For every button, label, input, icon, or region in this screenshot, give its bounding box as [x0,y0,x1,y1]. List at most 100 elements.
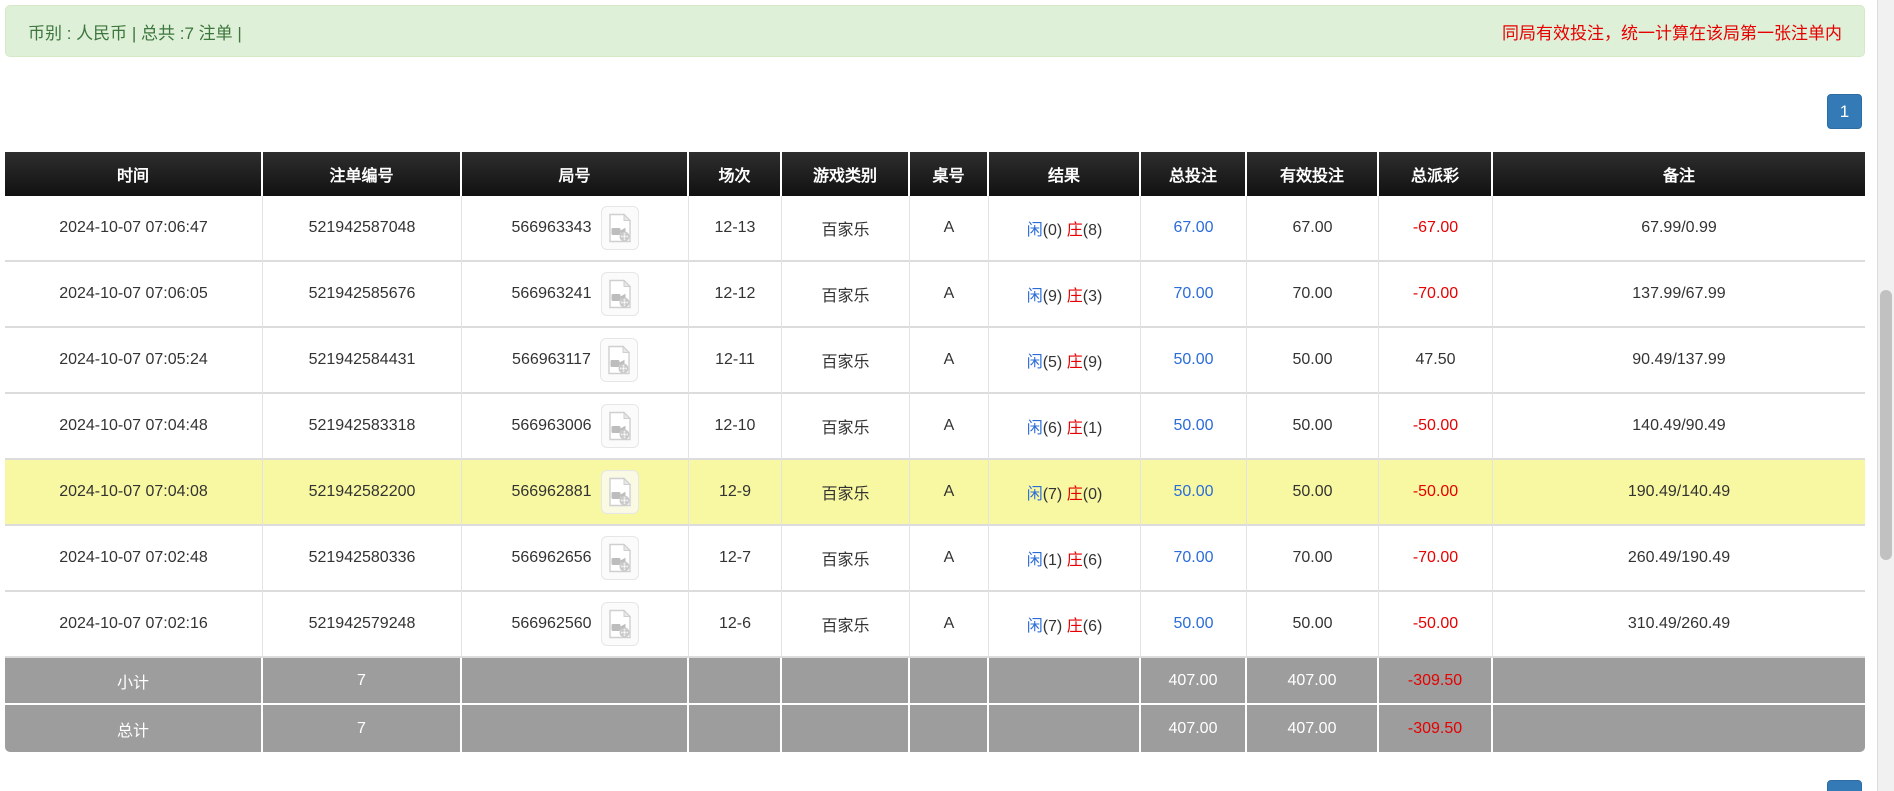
remark: 190.49/140.49 [1493,460,1865,526]
replay-video-button[interactable] [601,404,639,448]
table-row[interactable]: 2024-10-07 07:02:16 521942579248 5669625… [5,592,1865,658]
result-banker-label: 庄 [1067,288,1083,305]
result-player-score: (9) [1043,288,1063,305]
table-no: A [910,394,989,460]
result-banker-score: (1) [1083,420,1103,437]
bet-id: 521942585676 [263,262,462,328]
table-row[interactable]: 2024-10-07 07:04:08 521942582200 5669628… [5,460,1865,526]
payout: -50.00 [1379,592,1493,658]
video-document-icon [607,411,633,441]
result-player-label: 闲 [1027,288,1043,305]
payout: -70.00 [1379,262,1493,328]
replay-video-button[interactable] [600,338,638,382]
result-cell: 闲(7) 庄(6) [989,592,1141,658]
bet-time: 2024-10-07 07:02:48 [5,526,263,592]
valid-bet: 50.00 [1247,460,1379,526]
game-type: 百家乐 [782,394,910,460]
bet-id: 521942584431 [263,328,462,394]
result-cell: 闲(6) 庄(1) [989,394,1141,460]
pagination-page-1-bottom[interactable] [1827,780,1862,791]
col-header-remark: 备注 [1493,152,1865,196]
result-banker-label: 庄 [1067,420,1083,437]
table-no: A [910,526,989,592]
round-no-cell: 566962560 [462,592,689,658]
result-cell: 闲(1) 庄(6) [989,526,1141,592]
table-no: A [910,196,989,262]
replay-video-button[interactable] [601,536,639,580]
table-no: A [910,262,989,328]
result-player-label: 闲 [1027,222,1043,239]
bet-records-table: 时间 注单编号 局号 场次 游戏类别 桌号 结果 总投注 有效投注 总派彩 备注… [5,152,1865,752]
bet-time: 2024-10-07 07:02:16 [5,592,263,658]
game-type: 百家乐 [782,592,910,658]
round-no-cell: 566962656 [462,526,689,592]
valid-bet: 50.00 [1247,592,1379,658]
result-banker-score: (3) [1083,288,1103,305]
replay-video-button[interactable] [601,206,639,250]
table-no: A [910,328,989,394]
table-row[interactable]: 2024-10-07 07:06:47 521942587048 5669633… [5,196,1865,262]
result-banker-label: 庄 [1067,486,1083,503]
col-header-round-no: 局号 [462,152,689,196]
table-row[interactable]: 2024-10-07 07:02:48 521942580336 5669626… [5,526,1865,592]
result-cell: 闲(5) 庄(9) [989,328,1141,394]
total-bet: 50.00 [1141,592,1247,658]
payout: -67.00 [1379,196,1493,262]
total-total-bet: 407.00 [1141,705,1247,752]
remark: 310.49/260.49 [1493,592,1865,658]
valid-bet: 70.00 [1247,262,1379,328]
col-header-time: 时间 [5,152,263,196]
bet-time: 2024-10-07 07:06:05 [5,262,263,328]
round-no: 566962656 [511,549,591,567]
result-banker-label: 庄 [1067,552,1083,569]
video-document-icon [607,609,633,639]
valid-bet: 50.00 [1247,394,1379,460]
subtotal-label: 小计 [5,658,263,705]
replay-video-button[interactable] [601,602,639,646]
col-header-table-no: 桌号 [910,152,989,196]
video-document-icon [607,543,633,573]
table-row[interactable]: 2024-10-07 07:05:24 521942584431 5669631… [5,328,1865,394]
session: 12-7 [689,526,782,592]
total-bet: 50.00 [1141,328,1247,394]
bet-id: 521942580336 [263,526,462,592]
result-player-score: (0) [1043,222,1063,239]
payout: -50.00 [1379,394,1493,460]
round-no: 566963241 [511,285,591,303]
remark: 67.99/0.99 [1493,196,1865,262]
table-row[interactable]: 2024-10-07 07:04:48 521942583318 5669630… [5,394,1865,460]
total-bet: 70.00 [1141,262,1247,328]
round-no-cell: 566963117 [462,328,689,394]
result-player-score: (1) [1043,552,1063,569]
subtotal-payout: -309.50 [1379,658,1493,705]
result-player-label: 闲 [1027,618,1043,635]
game-type: 百家乐 [782,328,910,394]
result-banker-score: (6) [1083,618,1103,635]
remark: 260.49/190.49 [1493,526,1865,592]
video-document-icon [606,345,632,375]
payout: 47.50 [1379,328,1493,394]
remark: 137.99/67.99 [1493,262,1865,328]
result-banker-score: (8) [1083,222,1103,239]
scrollbar-thumb[interactable] [1880,290,1892,560]
table-row[interactable]: 2024-10-07 07:06:05 521942585676 5669632… [5,262,1865,328]
vertical-scrollbar[interactable] [1877,0,1894,791]
result-banker-label: 庄 [1067,618,1083,635]
bet-id: 521942579248 [263,592,462,658]
round-no: 566962881 [511,483,591,501]
total-label: 总计 [5,705,263,752]
replay-video-button[interactable] [601,272,639,316]
bet-time: 2024-10-07 07:04:48 [5,394,263,460]
total-count: 7 [263,705,462,752]
bet-id: 521942583318 [263,394,462,460]
table-header-row: 时间 注单编号 局号 场次 游戏类别 桌号 结果 总投注 有效投注 总派彩 备注 [5,152,1865,196]
result-player-label: 闲 [1027,420,1043,437]
bet-id: 521942582200 [263,460,462,526]
video-document-icon [607,477,633,507]
subtotal-valid-bet: 407.00 [1247,658,1379,705]
pagination-page-1[interactable]: 1 [1827,94,1862,129]
replay-video-button[interactable] [601,470,639,514]
subtotal-row: 小计 7 407.00 407.00 -309.50 [5,658,1865,705]
session: 12-10 [689,394,782,460]
round-no: 566963343 [511,219,591,237]
